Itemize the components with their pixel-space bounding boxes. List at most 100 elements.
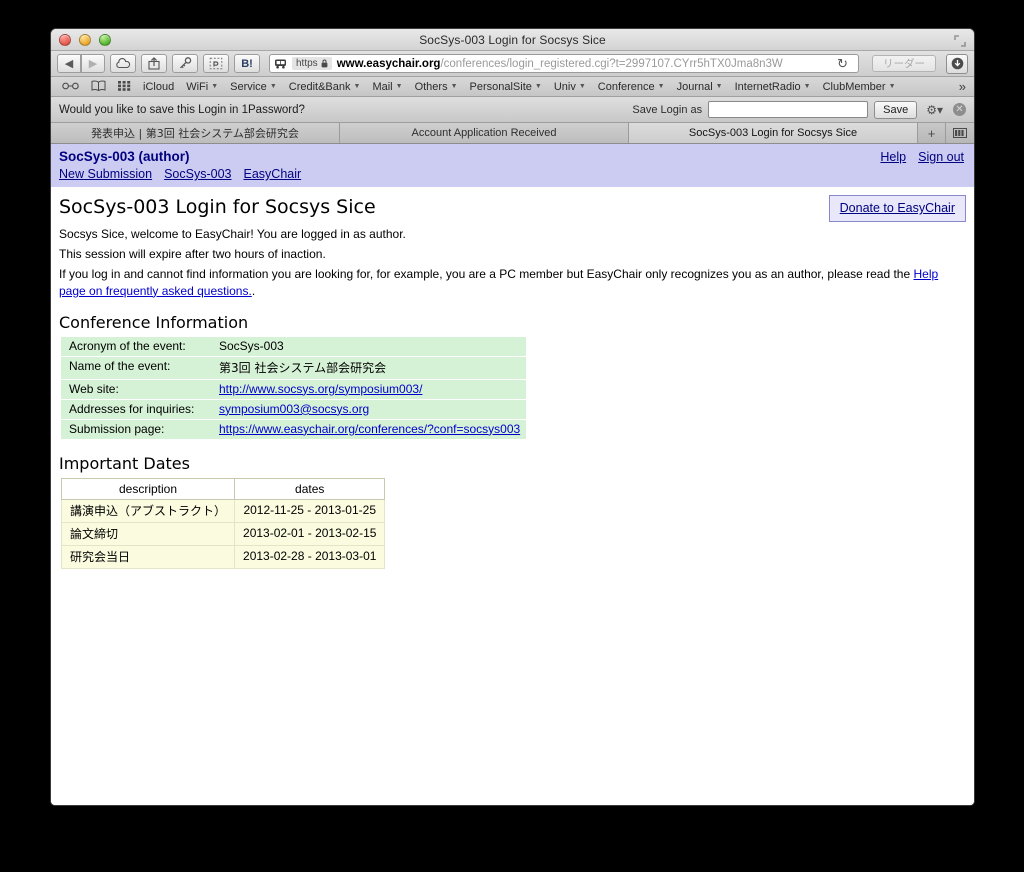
easychair-nav-right: Help Sign out bbox=[880, 150, 964, 164]
table-row: Addresses for inquiries: symposium003@so… bbox=[61, 399, 527, 420]
back-button[interactable]: ◀ bbox=[57, 54, 81, 73]
row-value: 第3回 社会システム部会研究会 bbox=[211, 356, 527, 380]
welcome-paragraph: Socsys Sice, welcome to EasyChair! You a… bbox=[59, 227, 406, 241]
table-row: 講演申込（アブストラクト） 2012-11-25 - 2013-01-25 bbox=[60, 498, 386, 523]
url-host: www.easychair.org bbox=[336, 57, 441, 70]
table-row: Acronym of the event: SocSys-003 bbox=[61, 336, 527, 357]
hatena-bookmark-button[interactable]: B! bbox=[234, 54, 260, 73]
chevron-down-icon: ▼ bbox=[888, 83, 896, 90]
help-paragraph-post: . bbox=[251, 283, 256, 298]
save-login-as-label: Save Login as bbox=[632, 103, 703, 116]
cell-dates: 2012-11-25 - 2013-01-25 bbox=[234, 498, 386, 523]
bookmark-credit-bank[interactable]: Credit&Bank ▼ bbox=[284, 80, 366, 94]
download-icon[interactable] bbox=[946, 53, 968, 74]
bookmark-service[interactable]: Service ▼ bbox=[225, 80, 282, 94]
row-key: Addresses for inquiries: bbox=[61, 399, 211, 420]
chevron-down-icon: ▼ bbox=[715, 83, 723, 90]
url-path: /conferences/login_registered.cgi?t=2997… bbox=[440, 57, 783, 70]
chevron-down-icon: ▼ bbox=[578, 83, 586, 90]
bookmark-others[interactable]: Others ▼ bbox=[410, 80, 463, 94]
chevron-down-icon: ▼ bbox=[534, 83, 542, 90]
reading-glasses-icon bbox=[62, 81, 79, 93]
bookmark-personalsite[interactable]: PersonalSite ▼ bbox=[465, 80, 547, 94]
nav-link-new-submission[interactable]: New Submission bbox=[59, 167, 152, 181]
close-icon[interactable]: ✕ bbox=[953, 103, 966, 116]
key-icon[interactable] bbox=[172, 54, 198, 73]
conference-information-heading: Conference Information bbox=[59, 312, 249, 332]
row-value: SocSys-003 bbox=[211, 336, 527, 357]
bookmark-label: InternetRadio bbox=[734, 80, 801, 93]
forward-button[interactable]: ▶ bbox=[81, 54, 105, 73]
cell-dates: 2013-02-28 - 2013-03-01 bbox=[234, 544, 386, 569]
reload-button[interactable]: ↻ bbox=[831, 56, 854, 72]
tab-label: 発表申込 | 第3回 社会システム部会研究会 bbox=[91, 127, 299, 140]
reader-button[interactable]: リーダー bbox=[872, 55, 936, 72]
chevron-down-icon: ▼ bbox=[657, 83, 665, 90]
icloud-icon[interactable] bbox=[110, 54, 136, 73]
inquiries-email-link[interactable]: symposium003@socsys.org bbox=[219, 402, 369, 416]
fullscreen-icon[interactable] bbox=[954, 34, 966, 47]
nav-link-easychair[interactable]: EasyChair bbox=[244, 167, 302, 181]
table-row: Name of the event: 第3回 社会システム部会研究会 bbox=[61, 356, 527, 380]
session-expiry-paragraph: This session will expire after two hours… bbox=[59, 247, 326, 262]
nav-link-sign-out[interactable]: Sign out bbox=[918, 150, 964, 164]
row-value: https://www.easychair.org/conferences/?c… bbox=[211, 419, 527, 440]
url-scheme-label: https bbox=[296, 58, 318, 69]
bookmark-label: PersonalSite bbox=[469, 80, 532, 93]
bookmark-journal[interactable]: Journal ▼ bbox=[672, 80, 728, 94]
bookmark-reading-list[interactable] bbox=[57, 80, 84, 94]
top-sites-icon bbox=[118, 80, 131, 94]
bookmark-label: WiFi bbox=[186, 80, 209, 93]
chevron-down-icon: ▼ bbox=[211, 83, 219, 90]
bookmarks-overflow-icon[interactable]: » bbox=[959, 79, 968, 94]
submission-page-link[interactable]: https://www.easychair.org/conferences/?c… bbox=[219, 422, 520, 436]
save-login-as-input[interactable] bbox=[708, 101, 869, 118]
page-title: SocSys-003 Login for Socsys Sice bbox=[59, 196, 376, 218]
chevron-down-icon: ▼ bbox=[450, 83, 458, 90]
donate-box[interactable]: Donate to EasyChair bbox=[828, 195, 966, 222]
share-icon[interactable] bbox=[141, 54, 167, 73]
bookmarks-bar: iCloud WiFi ▼ Service ▼ Credit&Bank ▼ Mail ▼… bbox=[51, 77, 974, 97]
book-icon bbox=[91, 80, 106, 94]
bookmark-clubmember[interactable]: ClubMember ▼ bbox=[818, 80, 901, 94]
chevron-down-icon: ▼ bbox=[269, 83, 277, 90]
nav-link-socsys-003[interactable]: SocSys-003 bbox=[164, 167, 231, 181]
clip-icon[interactable] bbox=[203, 54, 229, 73]
new-tab-button[interactable]: + bbox=[918, 123, 946, 143]
conference-website-link[interactable]: http://www.socsys.org/symposium003/ bbox=[219, 382, 422, 396]
bookmark-univ[interactable]: Univ ▼ bbox=[549, 80, 591, 94]
cell-dates: 2013-02-01 - 2013-02-15 bbox=[234, 521, 386, 546]
table-row: Submission page: https://www.easychair.o… bbox=[61, 419, 527, 440]
bookmark-label: iCloud bbox=[143, 80, 175, 93]
nav-link-help[interactable]: Help bbox=[880, 150, 906, 164]
tab-account-application-received[interactable]: Account Application Received bbox=[340, 123, 629, 143]
bookmark-conference[interactable]: Conference ▼ bbox=[593, 80, 670, 94]
table-row: 研究会当日 2013-02-28 - 2013-03-01 bbox=[60, 544, 386, 569]
bookmark-icloud[interactable]: iCloud bbox=[138, 80, 179, 94]
bookmark-mail[interactable]: Mail ▼ bbox=[367, 80, 407, 94]
bookmark-wifi[interactable]: WiFi ▼ bbox=[181, 80, 223, 94]
onepassword-prompt: Would you like to save this Login in 1Pa… bbox=[59, 103, 305, 116]
tab-socsys-003-login[interactable]: SocSys-003 Login for Socsys Sice bbox=[629, 123, 918, 143]
bookmark-label: Credit&Bank bbox=[288, 80, 351, 93]
address-bar[interactable]: https www.easychair.org/conferences/logi… bbox=[269, 54, 859, 73]
chevron-down-icon: ▼ bbox=[803, 83, 811, 90]
bookmark-show-bookmarks[interactable] bbox=[86, 79, 111, 95]
tab-label: SocSys-003 Login for Socsys Sice bbox=[688, 127, 858, 139]
chevron-down-icon: ▼ bbox=[353, 83, 361, 90]
url-scheme-chip: https bbox=[292, 57, 332, 70]
gear-icon[interactable]: ⚙▾ bbox=[926, 103, 943, 117]
bookmark-top-sites[interactable] bbox=[113, 79, 136, 95]
save-button[interactable]: Save bbox=[874, 100, 918, 119]
tab-happyo-moushikomi[interactable]: 発表申込 | 第3回 社会システム部会研究会 bbox=[51, 123, 340, 143]
show-all-tabs-icon[interactable] bbox=[946, 123, 974, 143]
donate-to-easychair-link[interactable]: Donate to EasyChair bbox=[840, 201, 955, 215]
table-row: Web site: http://www.socsys.org/symposiu… bbox=[61, 379, 527, 400]
tab-label: Account Application Received bbox=[411, 127, 557, 139]
bookmark-label: Service bbox=[230, 80, 267, 93]
bookmark-label: ClubMember bbox=[822, 80, 886, 93]
row-value: symposium003@socsys.org bbox=[211, 399, 527, 420]
page-title-row: SocSys-003 Login for Socsys Sice Donate … bbox=[59, 193, 966, 222]
browser-toolbar: ◀ ▶ B! https www.easychair.org /conferen… bbox=[51, 51, 974, 77]
bookmark-internetradio[interactable]: InternetRadio ▼ bbox=[730, 80, 816, 94]
